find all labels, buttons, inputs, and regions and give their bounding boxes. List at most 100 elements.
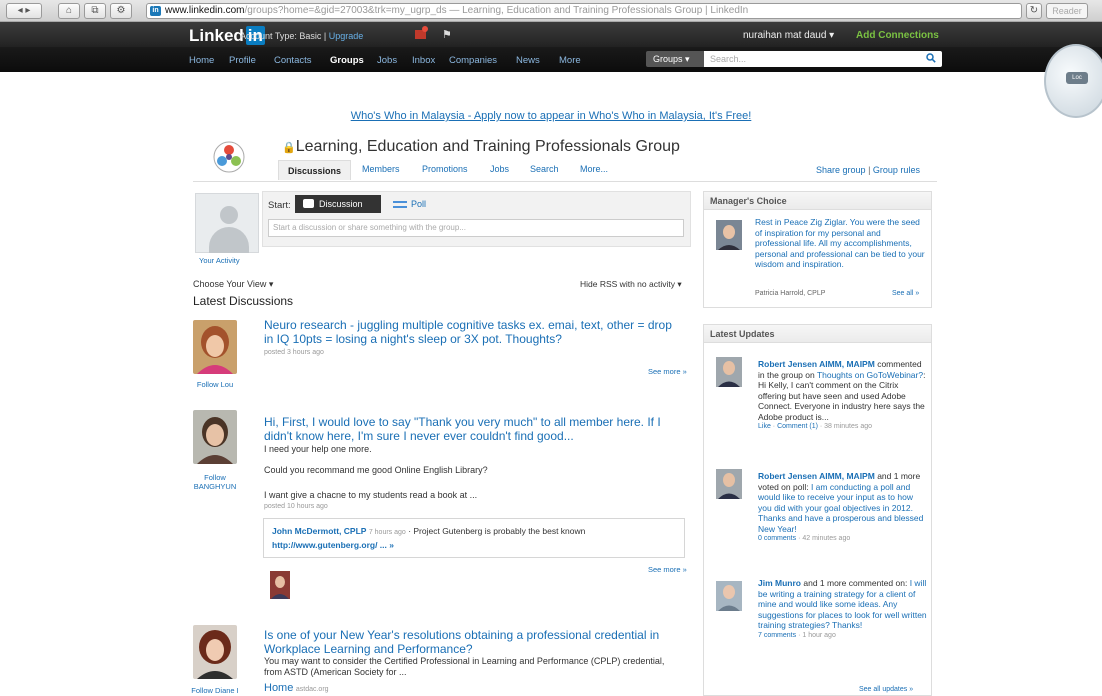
magnifier-widget[interactable]: Loc bbox=[1044, 44, 1102, 118]
see-more-link[interactable]: See more » bbox=[648, 565, 687, 574]
tab-search[interactable]: Search bbox=[530, 164, 559, 174]
nav-home[interactable]: Home bbox=[189, 55, 214, 66]
add-connections-link[interactable]: Add Connections bbox=[856, 30, 939, 41]
address-bar[interactable]: in www.linkedin.com/groups?home=&gid=270… bbox=[146, 3, 1022, 19]
comment-link[interactable]: Comment (1) bbox=[777, 423, 818, 430]
avatar[interactable] bbox=[195, 193, 259, 253]
like-link[interactable]: Like bbox=[758, 423, 771, 430]
tab-jobs[interactable]: Jobs bbox=[490, 164, 509, 174]
managers-choice-heading: Manager's Choice bbox=[704, 192, 931, 210]
nav-news[interactable]: News bbox=[516, 55, 540, 66]
latest-updates-heading: Latest Updates bbox=[704, 325, 931, 343]
follow-link[interactable]: Follow Lou bbox=[188, 380, 242, 389]
linkedin-favicon: in bbox=[150, 6, 161, 16]
comments-link[interactable]: 7 comments bbox=[758, 632, 796, 639]
comment-text: · Project Gutenberg is probably the best… bbox=[408, 526, 586, 536]
follow-link[interactable]: Follow Diane I bbox=[188, 686, 242, 695]
settings-icon[interactable]: ⚙ bbox=[110, 3, 132, 19]
comment-link[interactable]: http://www.gutenberg.org/ ... » bbox=[272, 540, 394, 550]
discussion-body: You may want to consider the Certified P… bbox=[264, 656, 665, 677]
home-icon[interactable]: ⌂ bbox=[58, 3, 80, 19]
comment-author[interactable]: John McDermott, CPLP bbox=[272, 526, 366, 536]
managers-choice-author: Patricia Harrold, CPLP bbox=[755, 290, 826, 297]
upgrade-link[interactable]: Upgrade bbox=[329, 31, 364, 41]
top-bar: Linked in Account Type: Basic | Upgrade ⚑… bbox=[0, 22, 1102, 47]
account-type: Account Type: Basic | Upgrade bbox=[240, 31, 364, 41]
comment-time: 7 hours ago bbox=[368, 529, 406, 536]
discussion-input[interactable]: Start a discussion or share something wi… bbox=[268, 219, 684, 237]
author-photo[interactable] bbox=[193, 625, 237, 679]
search-input[interactable]: Search... bbox=[704, 51, 942, 67]
avatar[interactable] bbox=[716, 469, 742, 499]
posted-time: posted 3 hours ago bbox=[264, 349, 324, 356]
choose-view-dropdown[interactable]: Choose Your View ▾ bbox=[193, 279, 273, 290]
nav-jobs[interactable]: Jobs bbox=[377, 55, 397, 66]
update-item[interactable]: Robert Jensen AIMM, MAIPM commented in t… bbox=[758, 359, 928, 433]
group-links: Share group | Group rules bbox=[816, 165, 920, 175]
lock-icon: 🔒 bbox=[282, 142, 296, 154]
tab-more[interactable]: More... bbox=[580, 164, 608, 174]
your-activity-link[interactable]: Your Activity bbox=[199, 256, 240, 265]
managers-choice-box: Manager's Choice Rest in Peace Zig Zigla… bbox=[703, 191, 932, 308]
reload-icon[interactable]: ↻ bbox=[1026, 3, 1042, 19]
share-group-link[interactable]: Share group bbox=[816, 165, 866, 175]
notification-icon[interactable] bbox=[414, 26, 428, 40]
nav-groups[interactable]: Groups bbox=[330, 55, 364, 66]
author-photo[interactable] bbox=[193, 410, 237, 464]
posted-time: posted 10 hours ago bbox=[264, 503, 328, 510]
reader-button[interactable]: Reader bbox=[1046, 3, 1088, 19]
avatar[interactable] bbox=[716, 220, 742, 250]
speech-bubble-icon bbox=[303, 199, 314, 208]
tab-promotions[interactable]: Promotions bbox=[422, 164, 468, 174]
discussion-body: Could you recommand me good Online Engli… bbox=[264, 465, 488, 475]
discussion-body: I need your help one more. bbox=[264, 444, 372, 454]
see-all-updates-link: See all updates » bbox=[859, 686, 914, 693]
start-label: Start: bbox=[268, 200, 291, 211]
comments-link[interactable]: 0 comments bbox=[758, 535, 796, 542]
back-forward-buttons[interactable]: ◂ ▸ bbox=[6, 3, 42, 19]
link-preview[interactable]: Home astdac.org bbox=[264, 683, 329, 695]
discussion-title[interactable]: Is one of your New Year's resolutions ob… bbox=[264, 628, 684, 656]
poll-button[interactable]: Poll bbox=[393, 199, 426, 209]
main-nav: Home Profile Contacts Groups Jobs Inbox … bbox=[0, 47, 1102, 72]
author-photo[interactable] bbox=[193, 320, 237, 374]
bookmarks-icon[interactable]: ⧉ bbox=[84, 3, 106, 19]
see-more-link[interactable]: See more » bbox=[648, 367, 687, 376]
search-scope-dropdown[interactable]: Groups ▾ bbox=[646, 51, 704, 67]
latest-discussions-heading: Latest Discussions bbox=[193, 294, 294, 308]
tab-members[interactable]: Members bbox=[362, 164, 400, 174]
poll-icon bbox=[393, 201, 407, 208]
discussion-button[interactable]: Discussion bbox=[295, 195, 381, 213]
nav-contacts[interactable]: Contacts bbox=[274, 55, 312, 66]
comment-preview[interactable]: John McDermott, CPLP 7 hours ago · Proje… bbox=[263, 518, 685, 558]
nav-profile[interactable]: Profile bbox=[229, 55, 256, 66]
divider bbox=[193, 181, 937, 182]
update-item[interactable]: Robert Jensen AIMM, MAIPM and 1 more vot… bbox=[758, 471, 928, 545]
nav-inbox[interactable]: Inbox bbox=[412, 55, 435, 66]
nav-more[interactable]: More bbox=[559, 55, 581, 66]
search-icon[interactable] bbox=[926, 53, 936, 63]
flag-icon[interactable]: ⚑ bbox=[442, 28, 452, 41]
update-item[interactable]: Jim Munro and 1 more commented on: I wil… bbox=[758, 578, 928, 641]
commenter-avatar[interactable] bbox=[270, 571, 290, 599]
avatar[interactable] bbox=[716, 357, 742, 387]
browser-toolbar: ◂ ▸ ⌂ ⧉ ⚙ in www.linkedin.com/groups?hom… bbox=[0, 0, 1102, 22]
latest-updates-box: Latest Updates Robert Jensen AIMM, MAIPM… bbox=[703, 324, 932, 696]
follow-link[interactable]: Follow BANGHYUN bbox=[188, 473, 242, 491]
group-rules-link[interactable]: Group rules bbox=[873, 165, 920, 175]
managers-choice-text[interactable]: Rest in Peace Zig Ziglar. You were the s… bbox=[755, 217, 927, 270]
see-all-link: See all » bbox=[892, 290, 920, 297]
discussion-composer: Start: Discussion Poll Start a discussio… bbox=[262, 191, 691, 247]
discussion-title[interactable]: Neuro research - juggling multiple cogni… bbox=[264, 318, 684, 346]
tab-discussions[interactable]: Discussions bbox=[278, 160, 352, 180]
user-menu[interactable]: nuraihan mat daud ▾ bbox=[743, 30, 834, 41]
nav-companies[interactable]: Companies bbox=[449, 55, 497, 66]
linkedin-header: Linked in Account Type: Basic | Upgrade ⚑… bbox=[0, 22, 1102, 72]
discussion-body: I want give a chacne to my students read… bbox=[264, 490, 478, 500]
avatar[interactable] bbox=[716, 581, 742, 611]
promo-banner-link[interactable]: Who's Who in Malaysia - Apply now to app… bbox=[0, 110, 1102, 122]
discussion-title[interactable]: Hi, First, I would love to say "Thank yo… bbox=[264, 415, 684, 443]
group-logo-icon[interactable] bbox=[212, 140, 246, 174]
group-title: 🔒Learning, Education and Training Profes… bbox=[282, 138, 680, 155]
hide-rss-dropdown[interactable]: Hide RSS with no activity ▾ bbox=[580, 279, 682, 290]
